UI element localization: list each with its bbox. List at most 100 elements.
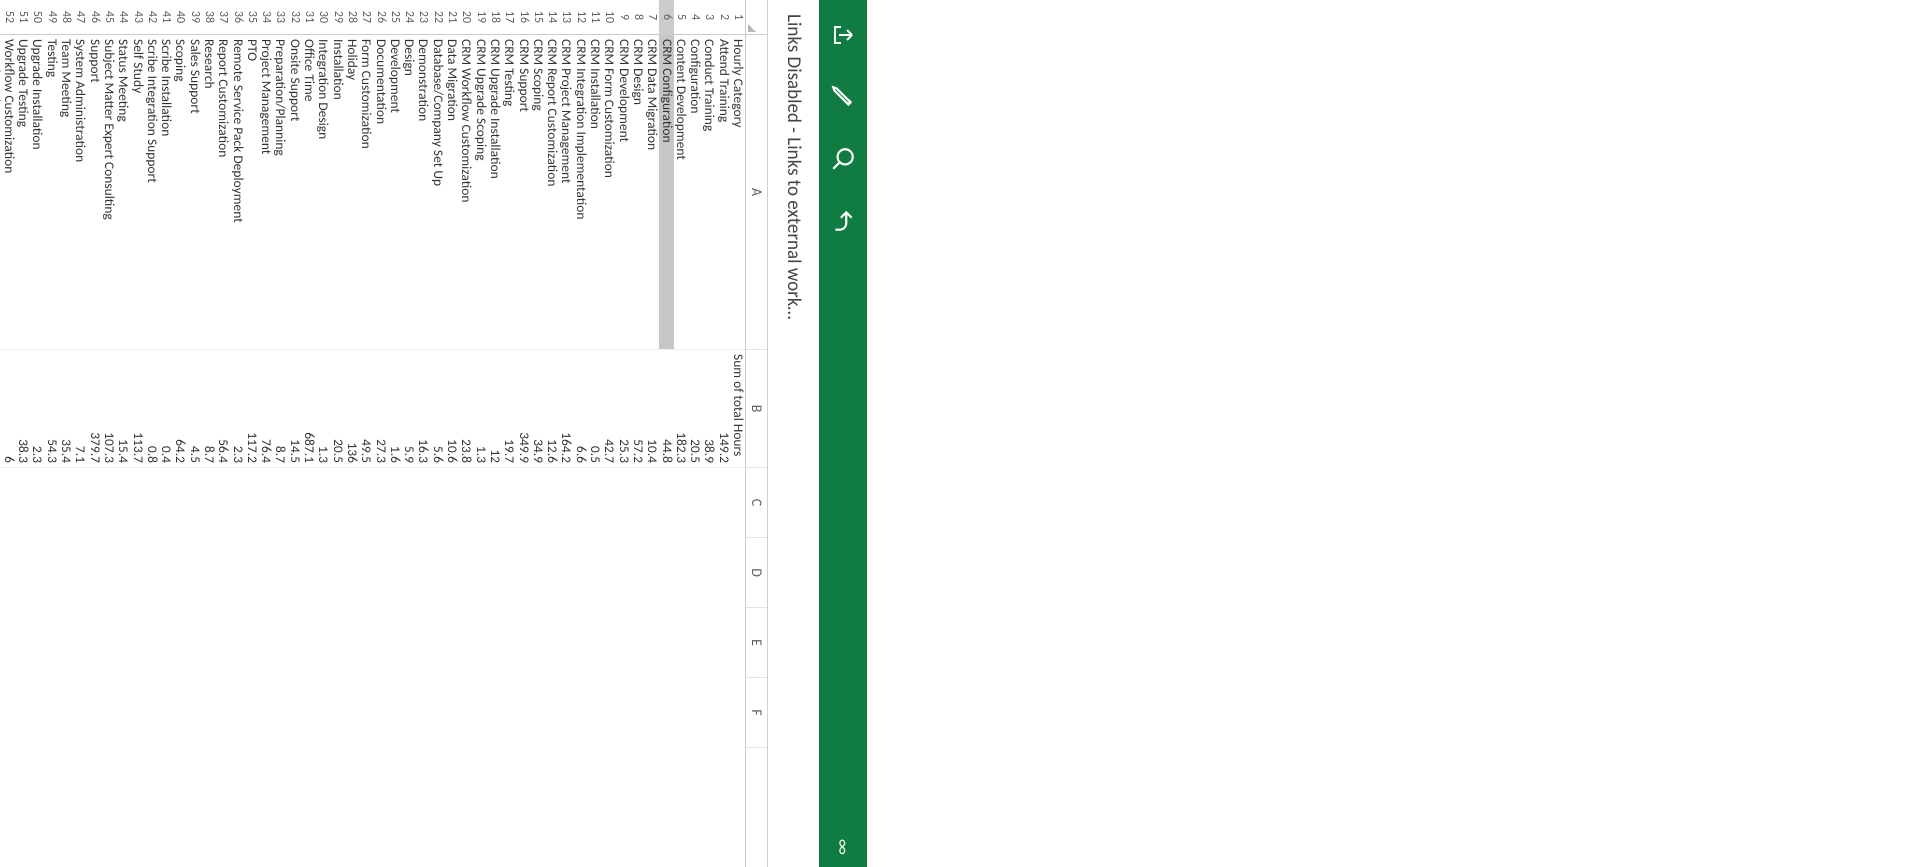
more-icon[interactable]: ∞ <box>832 839 855 855</box>
cell-a[interactable]: CRM Testing <box>502 35 516 350</box>
row-header[interactable]: 30 <box>316 0 330 35</box>
cell-a[interactable]: Team Meeting <box>59 35 73 350</box>
row-header[interactable]: 32 <box>288 0 302 35</box>
cell-a[interactable]: Installation <box>330 35 344 350</box>
row-header[interactable]: 36 <box>230 0 244 35</box>
draw-icon[interactable] <box>830 84 856 110</box>
col-header-d[interactable]: D <box>746 538 767 608</box>
row-header[interactable]: 16 <box>516 0 530 35</box>
cell-b[interactable]: 0.4 <box>159 350 173 468</box>
cell-a[interactable]: Sales Support <box>187 35 201 350</box>
col-header-b[interactable]: B <box>746 350 767 468</box>
cell-a[interactable]: Self Study <box>130 35 144 350</box>
row-header[interactable]: 14 <box>545 0 559 35</box>
cell-a[interactable]: Documentation <box>373 35 387 350</box>
cell-a[interactable]: CRM Upgrade Installation <box>488 35 502 350</box>
row-header[interactable]: 4 <box>688 0 702 35</box>
cell-a[interactable]: Scribe Installation <box>159 35 173 350</box>
row-header[interactable]: 9 <box>616 0 630 35</box>
cell-b[interactable]: 12.6 <box>545 350 559 468</box>
row-header[interactable]: 48 <box>59 0 73 35</box>
row-header[interactable]: 7 <box>645 0 659 35</box>
cell-a[interactable]: Attend Training <box>716 35 730 350</box>
cell-b[interactable]: 16.3 <box>416 350 430 468</box>
cell-a[interactable]: Design <box>402 35 416 350</box>
cell-a[interactable]: Remote Service Pack Deployment <box>230 35 244 350</box>
cell-b[interactable]: 149.2 <box>716 350 730 468</box>
cell-b[interactable]: 6.6 <box>573 350 587 468</box>
row-header[interactable]: 27 <box>359 0 373 35</box>
cell-b[interactable]: 379.7 <box>87 350 101 468</box>
row-header[interactable]: 5 <box>674 0 688 35</box>
cell-b[interactable]: 64.2 <box>173 350 187 468</box>
row-header[interactable]: 49 <box>44 0 58 35</box>
cell-a[interactable]: Holiday <box>345 35 359 350</box>
row-header[interactable]: 2 <box>716 0 730 35</box>
row-header[interactable]: 6 <box>659 0 673 35</box>
row-header[interactable]: 20 <box>459 0 473 35</box>
cell-b[interactable]: 8.7 <box>273 350 287 468</box>
cell-b[interactable]: 35.4 <box>59 350 73 468</box>
cell-a[interactable]: Report Customization <box>216 35 230 350</box>
cell-b[interactable]: 20.5 <box>330 350 344 468</box>
search-icon[interactable] <box>830 146 856 172</box>
cell-b[interactable]: 8.7 <box>202 350 216 468</box>
cell-a[interactable]: CRM Configuration <box>659 35 673 350</box>
cell-a[interactable]: Form Customization <box>359 35 373 350</box>
cell-b[interactable]: 20.5 <box>688 350 702 468</box>
col-header-e[interactable]: E <box>746 608 767 678</box>
row-header[interactable]: 42 <box>145 0 159 35</box>
cell-b[interactable]: 687.1 <box>302 350 316 468</box>
cell-a[interactable]: Data Migration <box>445 35 459 350</box>
cell-a[interactable]: CRM Scoping <box>531 35 545 350</box>
row-header[interactable]: 31 <box>302 0 316 35</box>
cell-a[interactable]: CRM Data Migration <box>645 35 659 350</box>
cell-b[interactable]: 19.7 <box>502 350 516 468</box>
cell-b[interactable]: 54.3 <box>44 350 58 468</box>
cell-b[interactable]: 2.3 <box>230 350 244 468</box>
cell-b[interactable]: 7.1 <box>73 350 87 468</box>
cell-b[interactable]: 34.9 <box>531 350 545 468</box>
cell-a[interactable]: Office Time <box>302 35 316 350</box>
row-header[interactable]: 13 <box>559 0 573 35</box>
row-header[interactable]: 44 <box>116 0 130 35</box>
cell-b[interactable]: 38.3 <box>16 350 30 468</box>
cell-a[interactable]: Status Meeting <box>116 35 130 350</box>
row-header[interactable]: 33 <box>273 0 287 35</box>
row-header[interactable]: 19 <box>473 0 487 35</box>
cell-a[interactable]: CRM Installation <box>588 35 602 350</box>
cell-b[interactable]: 3272.1 <box>0 350 2 468</box>
cell-b[interactable]: 136 <box>345 350 359 468</box>
cell-b[interactable]: 44.8 <box>659 350 673 468</box>
col-header-a[interactable]: A <box>746 35 767 350</box>
cell-b[interactable]: 5.9 <box>402 350 416 468</box>
cell-b[interactable]: 14.5 <box>288 350 302 468</box>
row-header[interactable]: 15 <box>531 0 545 35</box>
row-header[interactable]: 43 <box>130 0 144 35</box>
cell-a[interactable]: Workflow Customization <box>2 35 16 350</box>
cell-b[interactable]: 349.9 <box>516 350 530 468</box>
links-disabled-banner[interactable]: Links Disabled - Links to external work… <box>767 0 819 867</box>
row-header[interactable]: 37 <box>216 0 230 35</box>
cell-b[interactable]: 25.3 <box>616 350 630 468</box>
row-header[interactable]: 38 <box>202 0 216 35</box>
row-header[interactable]: 22 <box>430 0 444 35</box>
cell-a[interactable]: CRM Upgrade Scoping <box>473 35 487 350</box>
cell-a[interactable]: CRM Workflow Customization <box>459 35 473 350</box>
cell-b1[interactable]: Sum of total Hours <box>731 350 745 468</box>
col-header-c[interactable]: C <box>746 468 767 538</box>
row-header[interactable]: 24 <box>402 0 416 35</box>
cell-a[interactable]: Research <box>202 35 216 350</box>
row-header[interactable]: 52 <box>2 0 16 35</box>
row-header[interactable]: 28 <box>345 0 359 35</box>
row-header[interactable]: 18 <box>488 0 502 35</box>
cell-b[interactable]: 117.2 <box>245 350 259 468</box>
row-header[interactable]: 3 <box>702 0 716 35</box>
cell-b[interactable]: 0.8 <box>145 350 159 468</box>
cell-b[interactable]: 27.3 <box>373 350 387 468</box>
cell-b[interactable]: 42.7 <box>602 350 616 468</box>
cell-a[interactable]: Subject Matter Expert Consulting <box>102 35 116 350</box>
cell-a[interactable]: Database/Company Set Up <box>430 35 444 350</box>
row-header[interactable]: 40 <box>173 0 187 35</box>
cell-a[interactable]: CRM Integration Implementation <box>573 35 587 350</box>
